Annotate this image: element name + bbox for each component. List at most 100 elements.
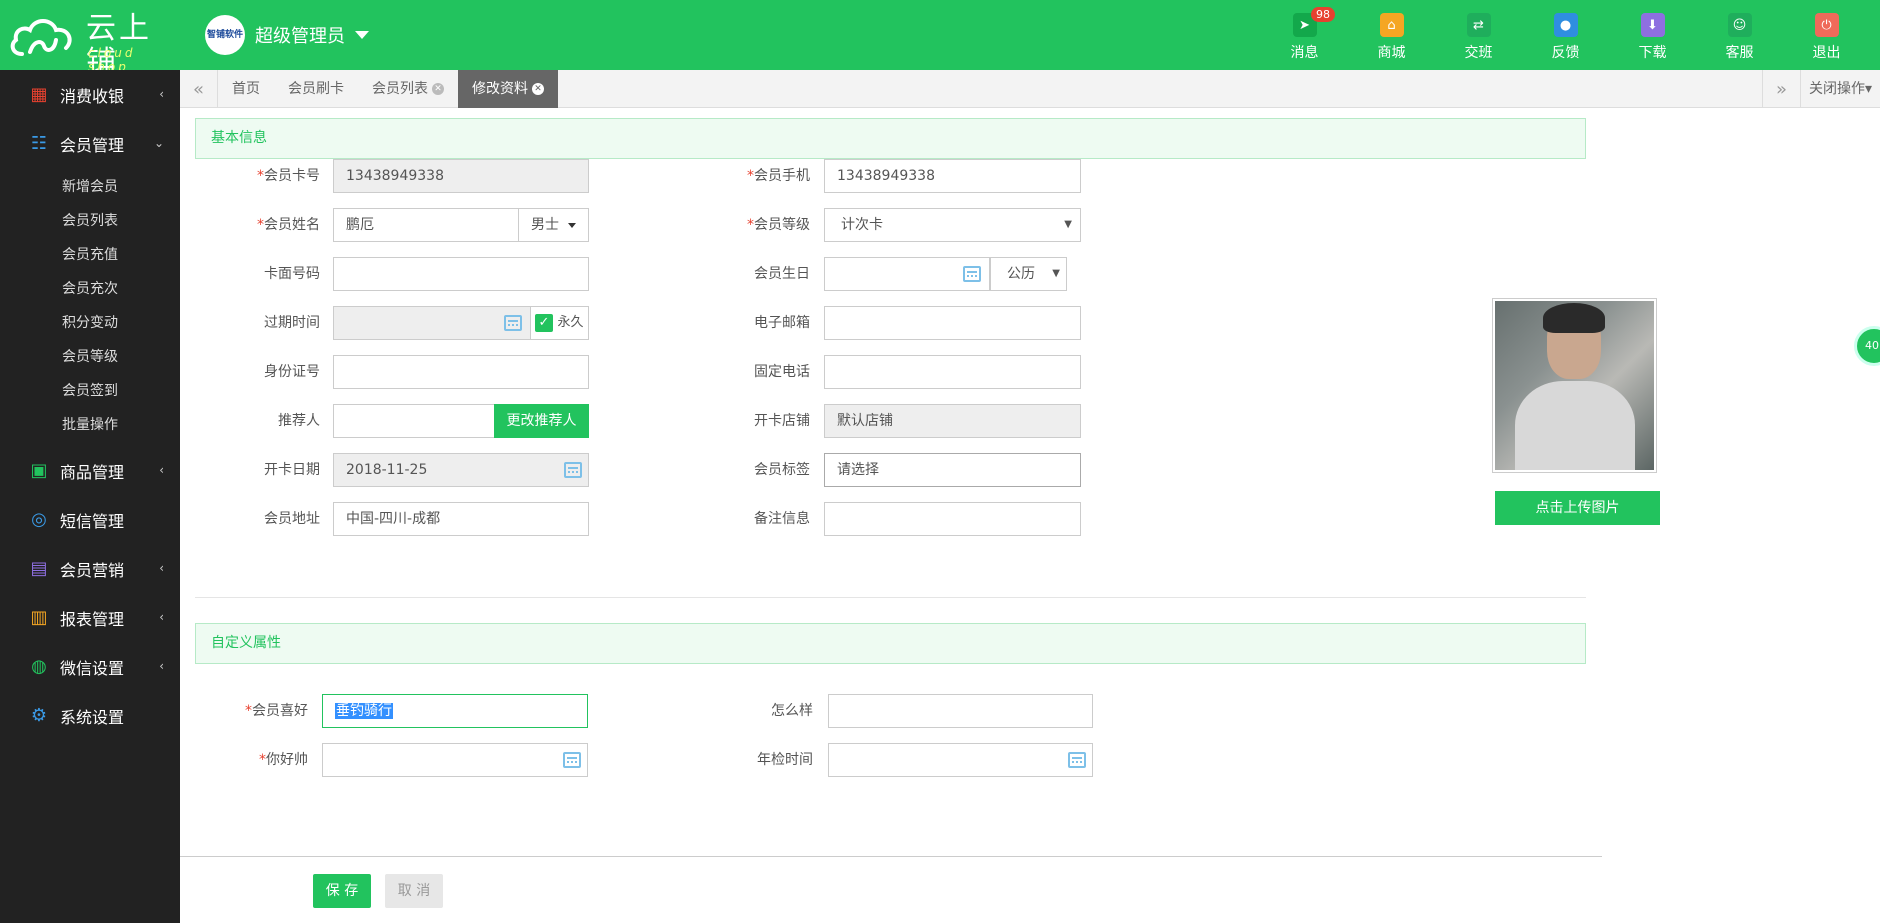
- submenu-item[interactable]: 积分变动: [0, 306, 180, 340]
- members-icon: ☷: [30, 133, 48, 154]
- remark-label: 备注信息: [754, 511, 810, 527]
- sidebar-item-7[interactable]: ⚙ 系统设置: [0, 691, 180, 740]
- email-label: 电子邮箱: [754, 315, 810, 331]
- save-button[interactable]: 保 存: [313, 874, 371, 908]
- submenu-members: 新增会员 会员列表 会员充值 会员充次 积分变动 会员等级 会员签到 批量操作: [0, 168, 180, 446]
- report-icon: ▥: [30, 607, 48, 628]
- topnav-shop[interactable]: ⌂ 商城: [1348, 0, 1435, 70]
- submenu-item[interactable]: 批量操作: [0, 408, 180, 442]
- tab-bar: « 首页 会员刷卡 会员列表 ✕ 修改资料 ✕ » 关闭操作▾: [180, 70, 1880, 108]
- chevron-icon: ‹: [159, 610, 164, 624]
- close-icon[interactable]: ✕: [532, 83, 544, 95]
- sidebar-item-label: 会员营销: [60, 560, 125, 580]
- email-field[interactable]: [824, 306, 1081, 340]
- calendar-type-value: 公历: [1007, 266, 1035, 282]
- level-label: *会员等级: [747, 217, 810, 233]
- calendar-icon: [504, 315, 522, 331]
- open-date-value: 2018-11-25: [346, 462, 428, 478]
- tab-2[interactable]: 会员列表 ✕: [358, 70, 458, 108]
- topnav-swap[interactable]: ⇄ 交班: [1435, 0, 1522, 70]
- sidebar-item-6[interactable]: ◍ 微信设置 ‹: [0, 642, 180, 691]
- app-logo[interactable]: 云上铺 cloud shop: [8, 10, 178, 80]
- change-referrer-button[interactable]: 更改推荐人: [494, 404, 589, 438]
- chevron-icon: ⌄: [153, 136, 164, 150]
- tabs-scroll-right-icon[interactable]: »: [1762, 70, 1800, 108]
- submenu-item[interactable]: 会员列表: [0, 204, 180, 238]
- tabs: 首页 会员刷卡 会员列表 ✕ 修改资料 ✕: [218, 70, 558, 108]
- gender-select[interactable]: 男士: [518, 208, 589, 242]
- goods-icon: ▣: [30, 460, 48, 481]
- card-no-field[interactable]: 13438949338: [333, 159, 589, 193]
- birthday-field[interactable]: [824, 257, 990, 291]
- sidebar-item-5[interactable]: ▥ 报表管理 ‹: [0, 593, 180, 642]
- open-date-label: 开卡日期: [264, 462, 320, 478]
- tab-label: 修改资料: [472, 81, 528, 97]
- submenu-item[interactable]: 会员签到: [0, 374, 180, 408]
- close-operations-button[interactable]: 关闭操作▾: [1800, 70, 1880, 108]
- tab-label: 会员刷卡: [288, 81, 344, 97]
- upload-photo-button[interactable]: 点击上传图片: [1495, 491, 1660, 525]
- remark-field[interactable]: [824, 502, 1081, 536]
- tab-3[interactable]: 修改资料 ✕: [458, 70, 558, 108]
- tab-0[interactable]: 首页: [218, 70, 274, 108]
- tab-1[interactable]: 会员刷卡: [274, 70, 358, 108]
- submenu-item[interactable]: 新增会员: [0, 170, 180, 204]
- user-menu[interactable]: 智铺软件 超级管理员: [205, 13, 369, 57]
- divider: [195, 597, 1586, 598]
- hello-field[interactable]: [322, 743, 588, 777]
- name-field[interactable]: 鹏厄: [333, 208, 519, 242]
- checkbox-checked-icon[interactable]: ✓: [535, 314, 553, 332]
- sidebar-item-0[interactable]: ▦ 消费收银 ‹: [0, 70, 180, 119]
- hobby-value: 垂钓骑行: [335, 703, 393, 719]
- submenu-item[interactable]: 会员等级: [0, 340, 180, 374]
- topnav-label: 退出: [1812, 45, 1841, 61]
- chevron-icon: ‹: [159, 659, 164, 673]
- topnav-power[interactable]: ⏻ 退出: [1783, 0, 1870, 70]
- submenu-item[interactable]: 会员充值: [0, 238, 180, 272]
- level-select[interactable]: 计次卡 ▼: [824, 208, 1081, 242]
- topnav-service[interactable]: ☺ 客服: [1696, 0, 1783, 70]
- close-operations-label: 关闭操作: [1808, 81, 1865, 97]
- calendar-icon: [963, 266, 981, 282]
- store-field[interactable]: 默认店铺: [824, 404, 1081, 438]
- topnav-paper-plane[interactable]: ➤ 消息 98: [1261, 0, 1348, 70]
- sidebar-item-2[interactable]: ▣ 商品管理 ‹: [0, 446, 180, 495]
- referrer-label: 推荐人: [278, 413, 320, 429]
- swap-icon: ⇄: [1466, 13, 1491, 37]
- member-photo: [1492, 298, 1657, 473]
- submenu-item[interactable]: 会员充次: [0, 272, 180, 306]
- id-no-field[interactable]: [333, 355, 589, 389]
- chat-icon: ●: [1553, 13, 1578, 37]
- face-no-label: 卡面号码: [264, 266, 320, 282]
- permanent-checkbox-group[interactable]: ✓ 永久: [530, 306, 589, 340]
- referrer-field[interactable]: [333, 404, 495, 438]
- sidebar-item-1[interactable]: ☷ 会员管理 ⌄: [0, 119, 180, 168]
- face-no-field[interactable]: [333, 257, 589, 291]
- calendar-icon: [1068, 752, 1086, 768]
- close-icon[interactable]: ✕: [432, 83, 444, 95]
- sidebar-item-4[interactable]: ▤ 会员营销 ‹: [0, 544, 180, 593]
- sidebar-item-3[interactable]: ◎ 短信管理: [0, 495, 180, 544]
- sidebar-item-label: 会员管理: [60, 135, 125, 155]
- hobby-field[interactable]: 垂钓骑行: [322, 694, 588, 728]
- inspect-field[interactable]: [828, 743, 1093, 777]
- sidebar-item-label: 消费收银: [60, 86, 125, 106]
- hello-label: *你好帅: [259, 752, 308, 768]
- tabs-scroll-left-icon[interactable]: «: [180, 70, 218, 108]
- chevron-icon: ‹: [159, 87, 164, 101]
- calendar-type-select[interactable]: 公历 ▼: [990, 257, 1067, 291]
- how-field[interactable]: [828, 694, 1093, 728]
- topnav-chat[interactable]: ● 反馈: [1522, 0, 1609, 70]
- tel-field[interactable]: [824, 355, 1081, 389]
- calendar-icon: [564, 462, 582, 478]
- phone-field[interactable]: 13438949338: [824, 159, 1081, 193]
- expire-field[interactable]: [333, 306, 531, 340]
- sms-icon: ◎: [31, 509, 47, 530]
- topnav-download[interactable]: ⬇ 下载: [1609, 0, 1696, 70]
- section-custom-attrs: 自定义属性: [195, 623, 1586, 664]
- address-field[interactable]: 中国-四川-成都: [333, 502, 589, 536]
- open-date-field[interactable]: 2018-11-25: [333, 453, 589, 487]
- tag-select[interactable]: 请选择: [824, 453, 1081, 487]
- cancel-button[interactable]: 取 消: [385, 874, 443, 908]
- shop-icon: ⌂: [1379, 13, 1404, 37]
